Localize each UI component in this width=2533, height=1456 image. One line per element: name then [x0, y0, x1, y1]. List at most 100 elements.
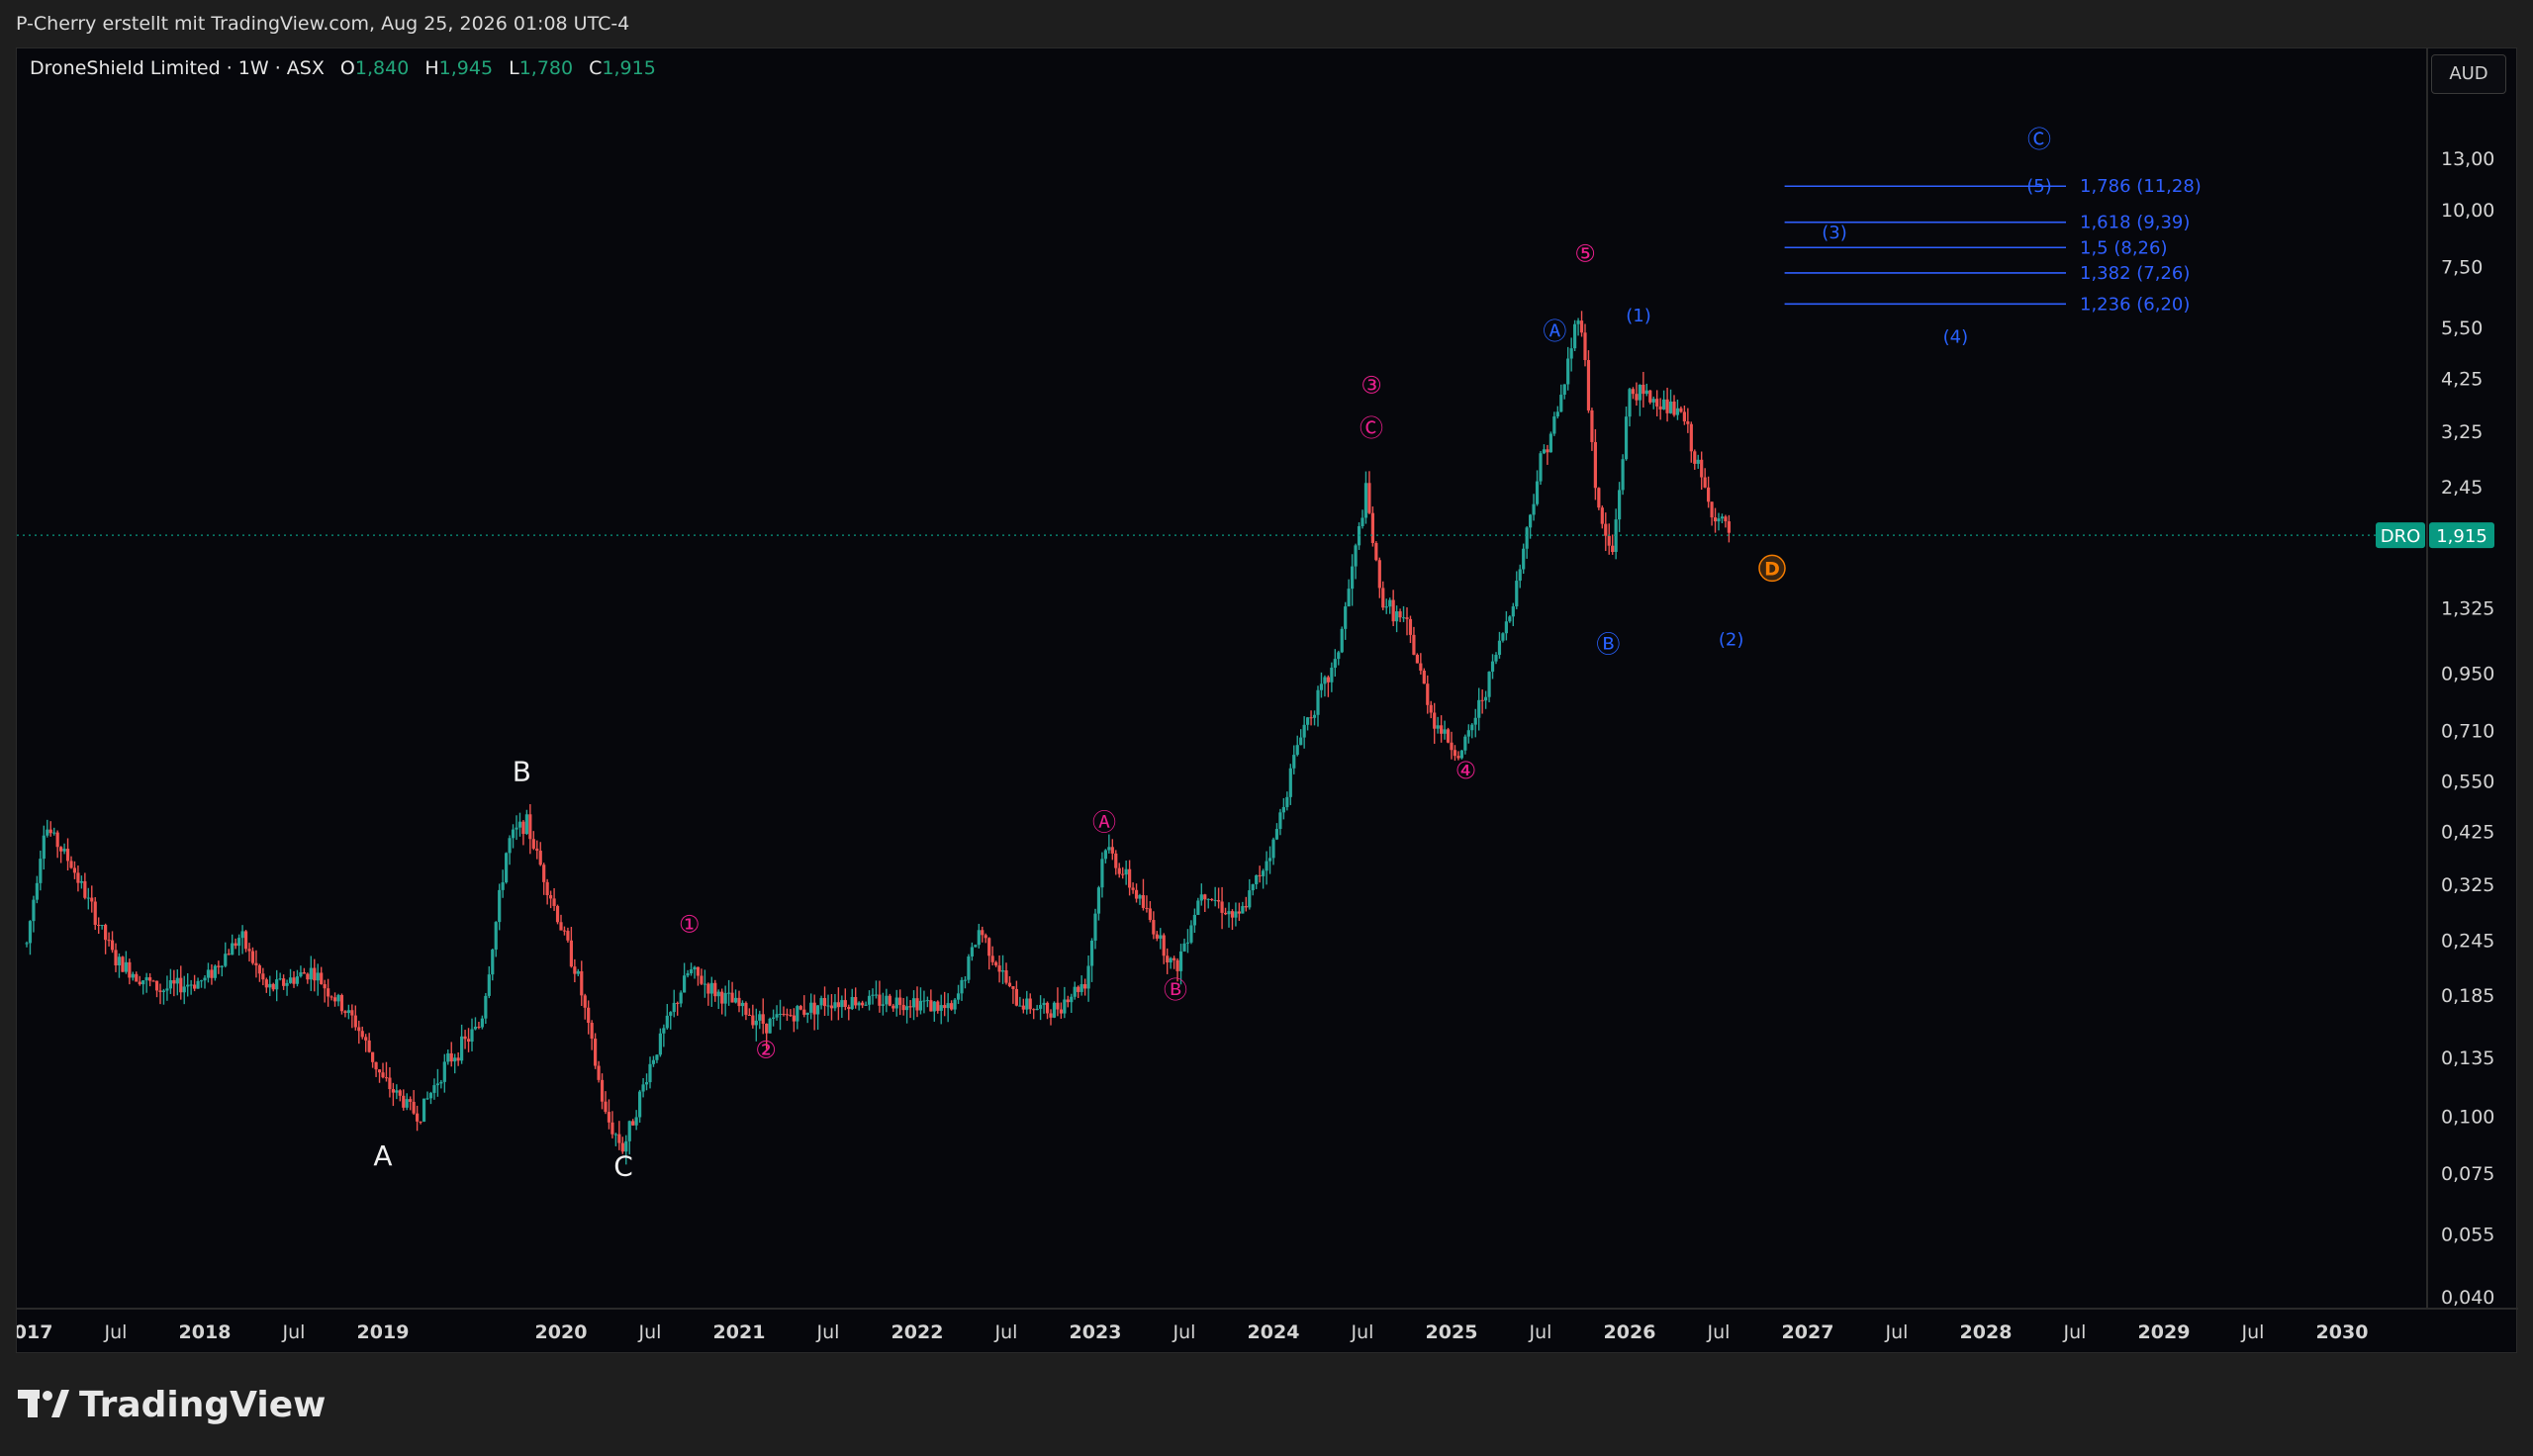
- candle-body: [538, 851, 542, 865]
- candle-body: [1635, 394, 1639, 401]
- candle-body: [1110, 847, 1114, 854]
- fib-level-label: 1,5 (8,26): [2080, 237, 2167, 258]
- candle-body: [669, 1012, 673, 1016]
- price-chart[interactable]: 13,00 10,00 7,50 5,50 4,25 3,25 2,45 1,325 0,950…: [17, 48, 2518, 1354]
- candle-body: [1559, 395, 1563, 412]
- candle-body: [1302, 724, 1306, 738]
- candle-body: [1117, 867, 1121, 874]
- candle-body: [981, 930, 985, 936]
- candle-body: [816, 1005, 820, 1015]
- candle-body: [696, 966, 701, 976]
- price-tick-label: 0,425: [2441, 822, 2494, 844]
- candle-body: [997, 965, 1001, 972]
- candle-body: [138, 981, 141, 985]
- candle-body: [1182, 943, 1186, 952]
- candle-body: [422, 1098, 426, 1122]
- candle-body: [39, 859, 43, 883]
- candle-body: [1203, 894, 1207, 900]
- candle-body: [117, 956, 122, 966]
- candle-body: [220, 965, 224, 967]
- candle-body: [179, 977, 183, 993]
- candle-body: [320, 972, 324, 984]
- price-tick-label: 4,25: [2441, 368, 2483, 390]
- candle-body: [1446, 729, 1451, 743]
- candle-body: [1381, 588, 1385, 608]
- candle-body: [1173, 957, 1176, 960]
- candle-body: [1309, 717, 1313, 719]
- candle-body: [939, 1005, 943, 1011]
- candle-body: [59, 847, 63, 852]
- candle-body: [1159, 935, 1163, 939]
- candle-body: [1089, 940, 1094, 966]
- candle-body: [802, 1009, 806, 1015]
- candle-body: [1539, 453, 1543, 482]
- candle-body: [1436, 725, 1440, 729]
- wave-label: (1): [1626, 306, 1651, 326]
- candle-body: [1419, 663, 1423, 671]
- price-tick-label: 13,00: [2441, 148, 2494, 170]
- candle-body: [683, 975, 687, 993]
- candle-body: [1042, 1002, 1046, 1006]
- candle-body: [854, 997, 858, 1006]
- time-tick-label: Jul: [994, 1321, 1018, 1343]
- candle-body: [1028, 998, 1032, 1010]
- candle-body: [1490, 661, 1495, 673]
- candle-body: [453, 1057, 457, 1062]
- candle-body: [1288, 768, 1292, 797]
- candle-body: [1223, 912, 1228, 915]
- candle-body: [833, 1002, 837, 1009]
- candle-body: [148, 977, 152, 981]
- candle-body: [1569, 348, 1573, 359]
- candle-body: [970, 947, 974, 957]
- candle-body: [1607, 535, 1611, 546]
- candle-body: [566, 931, 570, 941]
- candle-body: [1412, 634, 1416, 655]
- candle-body: [364, 1037, 368, 1041]
- candle-body: [1562, 384, 1566, 396]
- candle-body: [1463, 736, 1467, 751]
- candle-body: [555, 905, 560, 923]
- price-tick-label: 0,710: [2441, 721, 2494, 743]
- candle-body: [172, 980, 176, 984]
- candle-body: [963, 979, 968, 981]
- candle-body: [723, 992, 727, 1004]
- candle-body: [960, 979, 964, 994]
- candle-body: [819, 998, 823, 1006]
- candle-body: [1299, 737, 1303, 746]
- time-tick-label: 2019: [357, 1321, 410, 1343]
- chart-panel[interactable]: 13,00 10,00 7,50 5,50 4,25 3,25 2,45 1,325 0,950…: [16, 47, 2518, 1354]
- candle-body: [531, 839, 535, 849]
- candle-body: [1401, 617, 1406, 619]
- candle-body: [922, 1000, 926, 1002]
- candle-body: [576, 970, 580, 974]
- candle-body: [329, 996, 333, 998]
- candle-body: [491, 949, 495, 975]
- candle-body: [709, 982, 713, 994]
- candle-body: [1426, 683, 1430, 705]
- candle-body: [658, 1033, 662, 1055]
- candle-body: [1206, 898, 1210, 900]
- candle-body: [689, 969, 694, 974]
- wave-label: Ⓒ: [1360, 414, 1383, 442]
- candle-body: [237, 938, 241, 947]
- candle-body: [754, 1020, 758, 1026]
- candle-body: [641, 1084, 645, 1092]
- candle-body: [559, 922, 563, 931]
- candle-body: [822, 998, 827, 1007]
- candle-body: [1035, 1008, 1039, 1011]
- candle-body: [154, 980, 159, 991]
- candle-body: [299, 972, 303, 977]
- candle-body: [587, 1007, 591, 1024]
- candle-body: [313, 967, 317, 981]
- candle-body: [590, 1023, 594, 1040]
- candle-body: [193, 984, 197, 989]
- candle-body: [1292, 755, 1296, 769]
- candle-body: [107, 940, 111, 942]
- candle-body: [1542, 449, 1547, 454]
- candle-body: [1234, 911, 1238, 918]
- candle-body: [864, 1004, 868, 1006]
- candle-body: [1713, 517, 1718, 522]
- candle-body: [528, 814, 532, 840]
- currency-selector[interactable]: AUD: [2431, 54, 2506, 94]
- candle-body: [946, 1003, 950, 1009]
